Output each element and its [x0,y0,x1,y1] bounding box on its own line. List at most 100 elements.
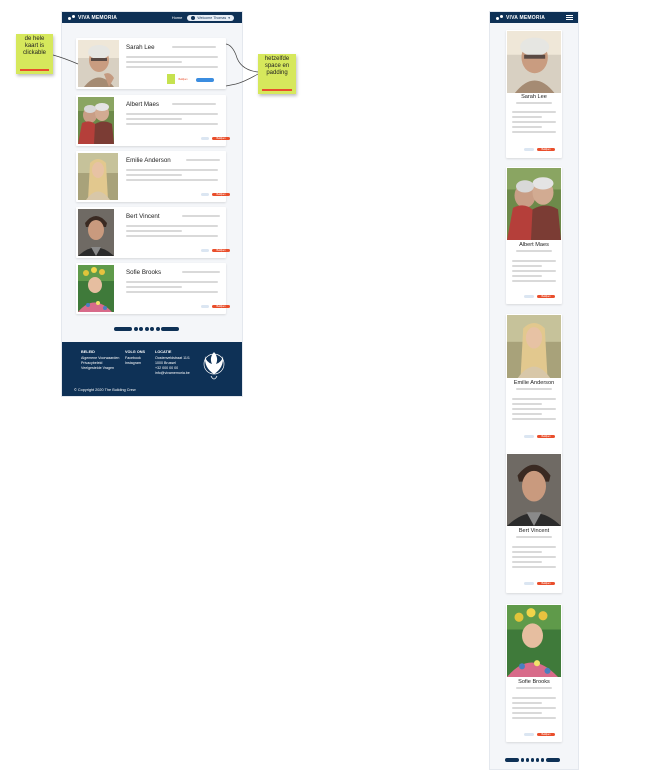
text-line [126,230,182,233]
note-underline [20,68,49,71]
share-button[interactable] [201,249,209,253]
share-button[interactable] [524,148,534,152]
logo-text: VIVA MEMORIA [78,14,118,21]
view-button[interactable]: Bekijken [212,192,230,197]
page-button[interactable] [155,327,160,331]
logo-icon [68,14,76,21]
note-line: padding [266,70,288,76]
prev-page-button[interactable] [505,758,519,762]
footer-heading: BELEID [81,350,95,354]
page-button[interactable] [139,327,143,331]
text-line [126,281,218,284]
date-placeholder [172,103,216,106]
person-card[interactable]: Emilie Anderson Bekijken [76,151,230,202]
prev-page-button[interactable] [114,327,132,331]
user-menu-button[interactable]: Welcome Thomas ▾ [187,14,234,21]
person-card[interactable]: Sofie Brooks Bekijken [506,604,562,742]
person-card[interactable]: Sofie Brooks Bekijken [76,263,230,314]
person-card[interactable]: Albert Maes Bekijken [506,167,562,304]
person-photo [78,209,114,256]
person-card[interactable]: Bert Vincent Bekijken [506,453,562,593]
next-page-button[interactable] [545,758,560,762]
share-button[interactable] [524,733,534,737]
share-button[interactable] [524,295,534,299]
share-button[interactable] [201,305,209,309]
page-button[interactable] [540,758,545,762]
view-button[interactable]: Bekijken [537,147,555,152]
logo[interactable]: VIVA MEMORIA [68,14,118,21]
share-button[interactable] [201,193,209,197]
text-line [512,403,542,406]
person-card[interactable]: Bert Vincent Bekijken [76,207,230,258]
person-name: Albert Maes [519,242,549,248]
note-line: clickable [22,50,46,56]
text-line [512,126,542,129]
text-line [126,286,182,289]
person-card[interactable]: Emilie Anderson Bekijken [506,314,562,455]
view-button-hover[interactable] [196,78,214,82]
text-line [512,566,556,569]
person-card[interactable]: Albert Maes Bekijken [76,95,230,146]
text-line [512,561,542,564]
text-line [512,398,556,401]
date-placeholder [516,250,552,253]
footer-col-location: LOCATIE Oostenveldstraat 11/1 1000 Bruss… [155,350,190,376]
text-line [512,131,556,134]
view-button[interactable]: Bekijken [537,434,555,439]
top-navbar: VIVA MEMORIA [490,12,578,23]
share-button[interactable] [201,137,209,141]
footer-heading: LOCATIE [155,350,172,354]
share-button[interactable] [524,435,534,439]
hamburger-menu-icon[interactable] [566,15,573,20]
text-line [512,551,542,554]
text-line [126,113,218,116]
page-button[interactable] [520,758,525,762]
share-button[interactable] [524,582,534,586]
view-button[interactable]: Bekijken [212,136,230,141]
footer-link[interactable]: Veelgestelde Vragen [81,366,119,371]
person-name: Sofie Brooks [126,269,162,276]
page-button[interactable] [525,758,530,762]
footer-email[interactable]: info@vivamemoria.be [155,371,190,376]
text-line [512,275,542,278]
logo-text: VIVA MEMORIA [506,14,546,21]
person-card[interactable]: Sarah Lee Bekijken [76,38,226,89]
note-line: hetzelfde [264,56,290,62]
footer-link[interactable]: Instagram [125,361,145,366]
person-name: Sarah Lee [126,44,155,51]
date-placeholder [516,687,552,690]
view-button[interactable]: Bekijken [177,78,189,82]
next-page-button[interactable] [161,327,179,331]
text-line [126,179,218,182]
footer-col-social: VOLG ONS Facebook Instagram [125,350,145,366]
view-button[interactable]: Bekijken [537,294,555,299]
view-button[interactable]: Bekijken [212,248,230,253]
page-button[interactable] [133,327,138,331]
page-button[interactable] [150,327,154,331]
note-line: space en [264,63,290,69]
text-line [126,169,218,172]
page-button[interactable] [144,327,149,331]
user-menu-label: Welcome Thomas [197,15,227,20]
mobile-frame: VIVA MEMORIA Sarah Lee Bekijken Albert M… [490,12,578,769]
nav-menu: Home Welcome Thomas ▾ [172,12,234,23]
text-line [126,235,218,238]
text-line [126,174,182,177]
page-button[interactable] [535,758,540,762]
date-placeholder [516,536,552,539]
text-line [512,418,556,421]
nav-home-link[interactable]: Home [172,15,183,20]
person-card[interactable]: Sarah Lee Bekijken [506,30,562,158]
person-name: Bert Vincent [126,213,160,220]
view-button[interactable]: Bekijken [537,732,555,737]
logo[interactable]: VIVA MEMORIA [496,14,546,21]
person-name: Emilie Anderson [126,157,171,164]
page-button[interactable] [530,758,535,762]
view-button[interactable]: Bekijken [537,581,555,586]
view-button[interactable]: Bekijken [212,304,230,309]
footer-col-policy: BELEID Algemene Voorwaarden Privacybelei… [81,350,119,371]
text-line [512,265,542,268]
text-line [512,270,556,273]
user-avatar-icon [191,15,196,20]
date-placeholder [516,102,552,105]
